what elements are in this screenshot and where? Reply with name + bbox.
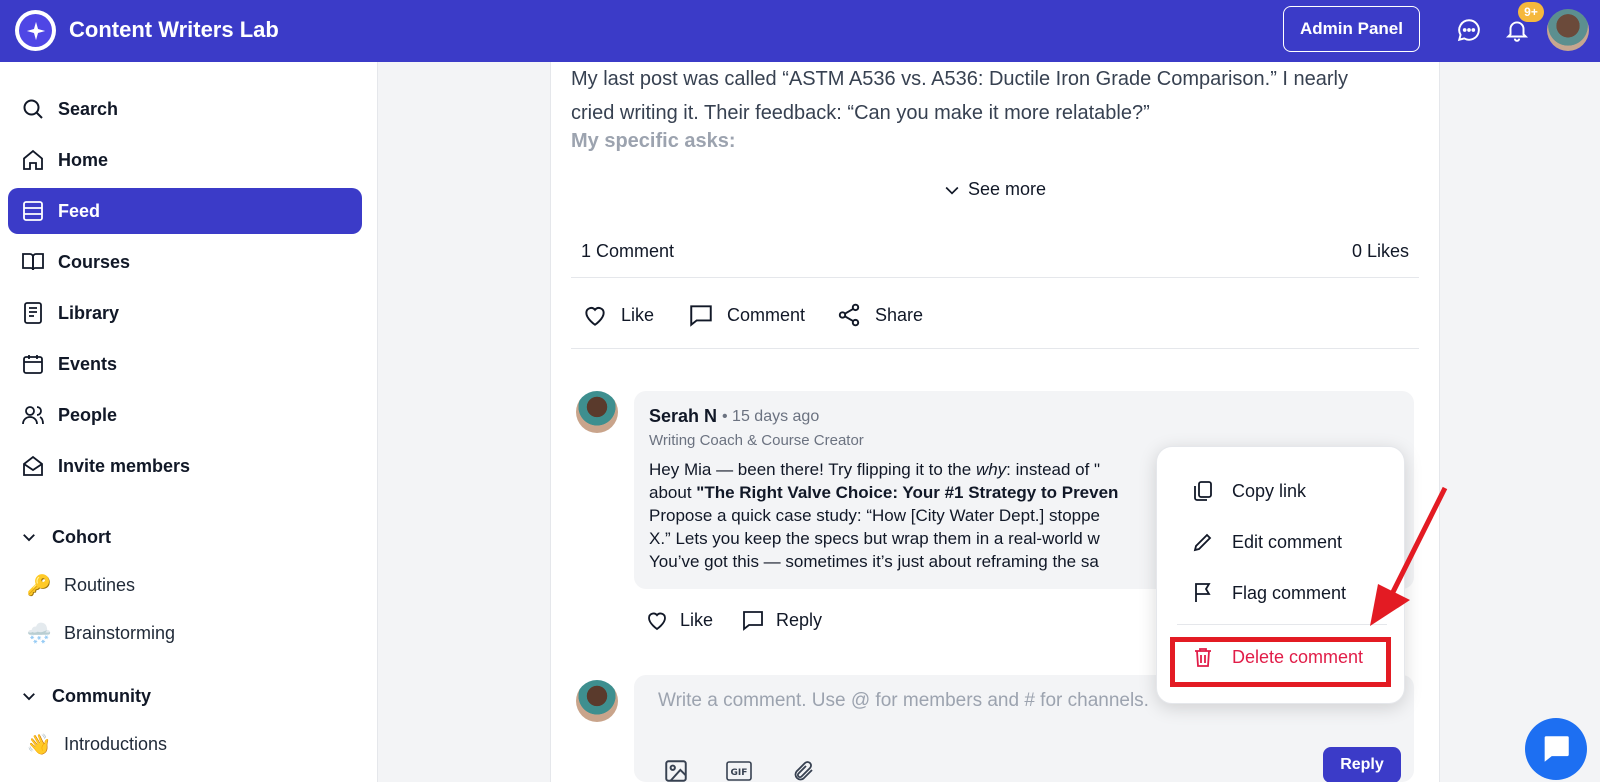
- annotation-arrow-icon: [1370, 486, 1448, 626]
- sidebar-item-feed[interactable]: Feed: [8, 188, 362, 234]
- share-icon: [835, 301, 863, 329]
- copy-icon: [1190, 478, 1216, 504]
- sidebar-item-label: Courses: [58, 251, 131, 272]
- likes-count[interactable]: 0 Likes: [1352, 241, 1409, 262]
- top-bar: Content Writers Lab Admin Panel 9+: [0, 0, 1600, 62]
- people-icon: [20, 402, 46, 428]
- like-button[interactable]: Like: [581, 301, 654, 329]
- post-body: My last post was called “ASTM A536 vs. A…: [571, 68, 1348, 124]
- svg-text:GIF: GIF: [731, 768, 748, 778]
- sidebar-item-home[interactable]: Home: [8, 137, 362, 183]
- app-logo[interactable]: [15, 10, 56, 51]
- sidebar-item-events[interactable]: Events: [8, 341, 362, 387]
- sidebar-item-library[interactable]: Library: [8, 290, 362, 336]
- sidebar-item-label: People: [58, 404, 118, 425]
- channel-brainstorming[interactable]: 🌨️ Brainstorming: [26, 621, 176, 646]
- calendar-icon: [20, 351, 46, 377]
- user-avatar[interactable]: [1547, 9, 1589, 51]
- menu-divider: [1177, 624, 1387, 625]
- app-title: Content Writers Lab: [69, 17, 279, 42]
- snow-cloud-emoji-icon: 🌨️: [26, 623, 52, 645]
- post-body-faded: My specific asks:: [571, 130, 1421, 160]
- attachment-icon[interactable]: [790, 757, 818, 782]
- post-stats: 1 Comment 0 Likes: [571, 228, 1419, 278]
- sidebar-item-people[interactable]: People: [8, 392, 362, 438]
- share-button[interactable]: Share: [835, 301, 923, 329]
- flag-icon: [1190, 580, 1216, 606]
- sidebar-item-courses[interactable]: Courses: [8, 239, 362, 285]
- mail-icon: [20, 453, 46, 479]
- chevron-down-icon: [20, 685, 42, 707]
- library-icon: [20, 300, 46, 326]
- pencil-icon: [1190, 529, 1216, 555]
- heart-icon: [581, 301, 609, 329]
- feed-icon: [20, 198, 46, 224]
- menu-copy-link[interactable]: Copy link: [1190, 478, 1306, 504]
- comment-button[interactable]: Comment: [687, 301, 805, 329]
- heart-icon: [644, 607, 670, 633]
- sidebar-item-label: Events: [58, 353, 118, 374]
- reply-submit-button[interactable]: Reply: [1323, 747, 1401, 782]
- sidebar-item-label: Feed: [58, 200, 101, 221]
- comment-body: Hey Mia — been there! Try flipping it to…: [649, 460, 1119, 571]
- comments-count[interactable]: 1 Comment: [581, 241, 674, 262]
- menu-flag-comment[interactable]: Flag comment: [1190, 580, 1346, 606]
- sidebar-item-label: Search: [58, 98, 119, 119]
- see-more-button[interactable]: See more: [942, 179, 1046, 200]
- reply-placeholder: Write a comment. Use @ for members and #…: [658, 690, 1149, 711]
- comment-author-role: Writing Coach & Course Creator: [649, 432, 864, 449]
- comment-reply-button[interactable]: Reply: [740, 607, 822, 633]
- sidebar-item-label: Invite members: [58, 455, 191, 476]
- commenter-avatar[interactable]: [576, 391, 618, 433]
- comment-time: • 15 days ago: [722, 408, 820, 425]
- search-icon: [20, 96, 46, 122]
- channel-introductions[interactable]: 👋 Introductions: [26, 732, 168, 757]
- channel-routines[interactable]: 🔑 Routines: [26, 573, 136, 598]
- notification-badge: 9+: [1518, 2, 1544, 22]
- sidebar-item-label: Library: [58, 302, 120, 323]
- gif-icon[interactable]: GIF: [725, 757, 753, 782]
- sidebar-item-invite[interactable]: Invite members: [8, 443, 362, 489]
- comment-icon: [687, 301, 715, 329]
- post-actions: Like Comment Share: [571, 279, 1419, 349]
- annotation-highlight-box: [1170, 637, 1391, 687]
- menu-edit-comment[interactable]: Edit comment: [1190, 529, 1342, 555]
- chevron-down-icon: [20, 526, 42, 548]
- admin-panel-button[interactable]: Admin Panel: [1283, 6, 1420, 52]
- chat-support-button[interactable]: [1525, 718, 1587, 780]
- group-cohort[interactable]: Cohort: [20, 526, 111, 548]
- home-icon: [20, 147, 46, 173]
- comment-author[interactable]: Serah N: [649, 406, 717, 427]
- group-community[interactable]: Community: [20, 685, 151, 707]
- image-icon[interactable]: [662, 757, 690, 782]
- comment-like-button[interactable]: Like: [644, 607, 713, 633]
- wave-emoji-icon: 👋: [26, 734, 52, 756]
- chat-bubble-icon: [1544, 736, 1569, 762]
- current-user-avatar: [576, 680, 618, 722]
- chevron-down-icon: [942, 180, 962, 200]
- sidebar-item-label: Home: [58, 149, 109, 170]
- sidebar-item-search[interactable]: Search: [8, 86, 362, 132]
- book-icon: [20, 249, 46, 275]
- comment-icon: [740, 607, 766, 633]
- chat-icon[interactable]: [1455, 16, 1483, 44]
- key-emoji-icon: 🔑: [26, 575, 52, 597]
